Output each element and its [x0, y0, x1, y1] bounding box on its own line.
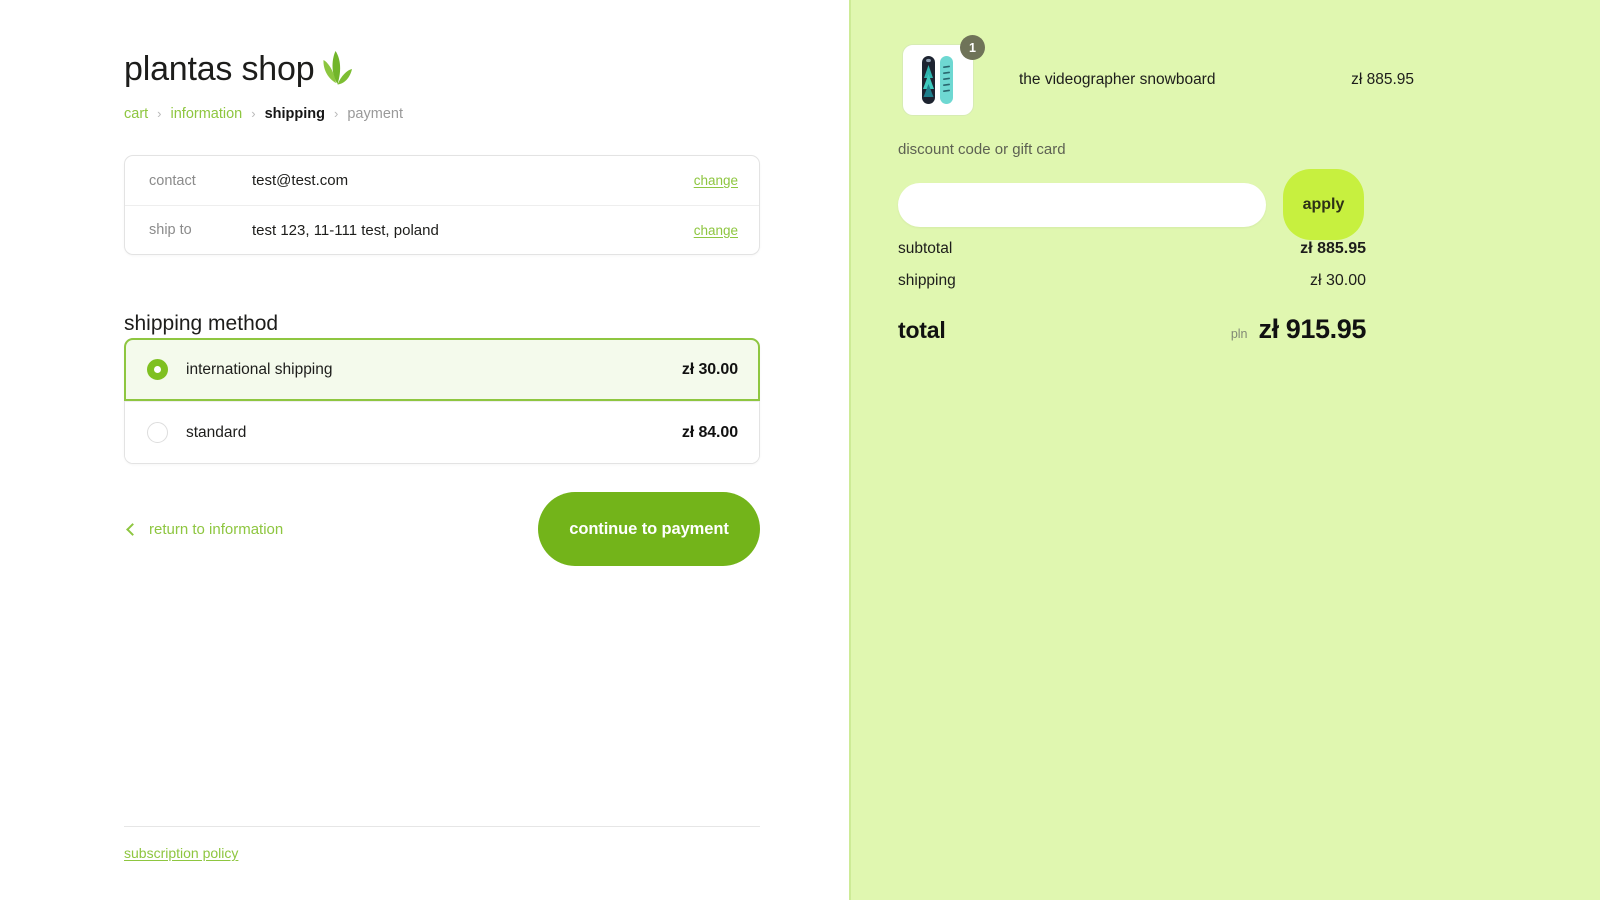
breadcrumb-separator: › — [157, 105, 162, 121]
checkout-page: plantas shop cart › information › shippi… — [0, 0, 1600, 900]
ship-to-label: ship to — [149, 222, 192, 238]
shipping-option-international[interactable]: international shipping zł 30.00 — [124, 338, 760, 401]
ship-to-row: ship to test 123, 11-111 test, poland ch… — [125, 205, 759, 254]
discount-label: discount code or gift card — [898, 141, 1066, 158]
checkout-form-inner: plantas shop cart › information › shippi… — [124, 0, 764, 900]
breadcrumb-item-shipping: shipping — [264, 106, 326, 122]
cart-line-item: 1 the videographer snowboard zł 885.95 — [898, 30, 1418, 130]
shipping-option-label: international shipping — [186, 360, 333, 378]
breadcrumb-item-payment: payment — [347, 106, 403, 122]
contact-value: test@test.com — [252, 172, 349, 189]
shipping-option-label: standard — [186, 423, 247, 441]
shipping-cost-label: shipping — [898, 272, 956, 289]
footer: subscription policy — [124, 826, 760, 863]
contact-row: contact test@test.com change — [125, 156, 759, 205]
checkout-form-pane: plantas shop cart › information › shippi… — [0, 0, 849, 900]
shipping-method-title: shipping method — [124, 312, 279, 336]
item-quantity-badge: 1 — [960, 35, 985, 60]
chevron-left-icon — [126, 522, 139, 536]
breadcrumb: cart › information › shipping › payment — [124, 106, 403, 122]
return-link-label: return to information — [149, 520, 284, 538]
total-amount-group: pln zł 915.95 — [1230, 314, 1367, 345]
radio-international-shipping[interactable] — [147, 359, 168, 380]
brand-name: plantas shop — [124, 50, 315, 88]
footer-divider — [124, 826, 760, 827]
ship-to-value: test 123, 11-111 test, poland — [252, 221, 439, 239]
discount-code-input[interactable] — [898, 183, 1266, 227]
total-label: total — [898, 317, 946, 343]
shipping-option-standard[interactable]: standard zł 84.00 — [125, 401, 759, 463]
contact-label: contact — [149, 172, 196, 189]
subtotal-value: zł 885.95 — [1300, 240, 1366, 257]
item-name: the videographer snowboard — [1019, 71, 1216, 88]
breadcrumb-item-cart[interactable]: cart — [124, 106, 148, 122]
order-totals: subtotal zł 885.95 shipping zł 30.00 tot… — [898, 240, 1366, 345]
leaf-icon — [323, 51, 353, 85]
currency-code: pln — [1230, 327, 1248, 341]
subtotal-label: subtotal — [898, 240, 953, 257]
snowboard-icon — [922, 56, 953, 104]
continue-to-payment-button[interactable]: continue to payment — [538, 492, 760, 566]
item-price: zł 885.95 — [1351, 71, 1414, 88]
subscription-policy-link[interactable]: subscription policy — [124, 845, 238, 861]
shipping-cost-value: zł 30.00 — [1309, 272, 1366, 289]
brand-logo[interactable]: plantas shop — [124, 38, 354, 86]
subtotal-row: subtotal zł 885.95 — [898, 240, 1366, 272]
breadcrumb-item-information[interactable]: information — [171, 106, 243, 122]
breadcrumb-separator: › — [251, 105, 256, 121]
product-thumbnail-wrap: 1 — [902, 35, 985, 116]
change-contact-link[interactable]: change — [694, 173, 738, 188]
shipping-option-price: zł 30.00 — [681, 360, 738, 378]
form-actions: return to information continue to paymen… — [124, 492, 760, 566]
return-to-information-link[interactable]: return to information — [124, 521, 283, 538]
apply-discount-button[interactable]: apply — [1283, 169, 1364, 240]
shipping-option-price: zł 84.00 — [681, 423, 738, 441]
grand-total-row: total pln zł 915.95 — [898, 314, 1366, 345]
order-info-card: contact test@test.com change ship to tes… — [124, 155, 760, 255]
order-summary-pane: 1 the videographer snowboard zł 885.95 d… — [849, 0, 1600, 900]
radio-standard-shipping[interactable] — [147, 422, 168, 443]
shipping-cost-row: shipping zł 30.00 — [898, 272, 1366, 304]
shipping-method-list: international shipping zł 30.00 standard… — [124, 338, 760, 464]
discount-row: apply — [898, 169, 1366, 240]
breadcrumb-separator: › — [334, 105, 339, 121]
total-value: zł 915.95 — [1258, 314, 1367, 344]
change-address-link[interactable]: change — [694, 223, 738, 238]
